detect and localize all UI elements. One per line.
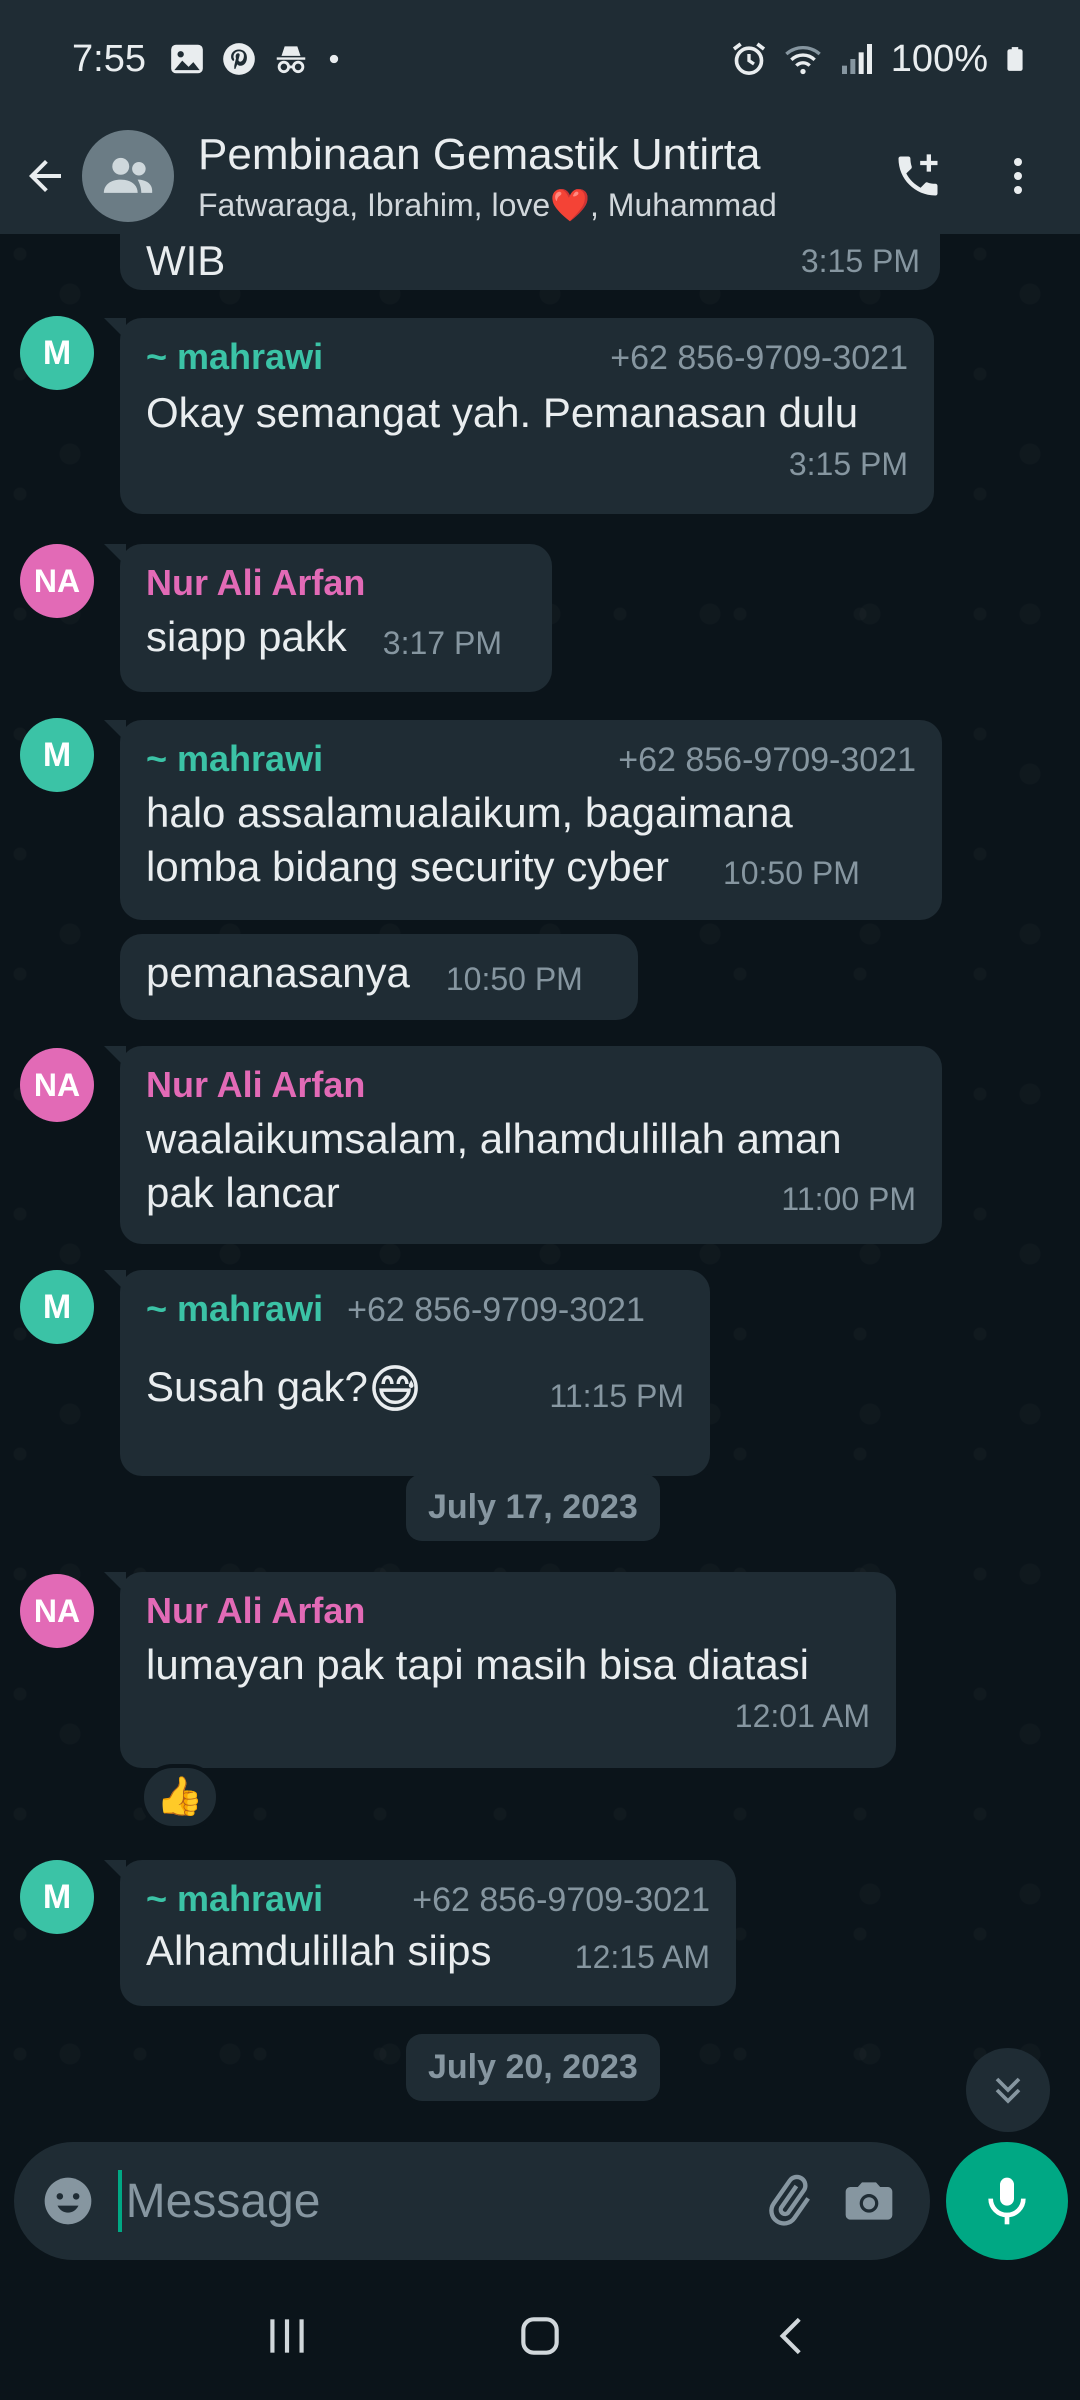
message-time: 3:15 PM (800, 243, 920, 279)
message-time: 12:15 AM (574, 1939, 710, 1975)
reaction-badge[interactable]: 👍 (140, 1764, 220, 1830)
sender-phone: +62 856-9709-3021 (610, 339, 908, 377)
phone-plus-icon (898, 154, 938, 196)
message-text: Alhamdulillah siips (146, 1927, 492, 1974)
paperclip-icon (768, 2174, 810, 2226)
home-button[interactable] (490, 2286, 590, 2386)
message-text: pemanasanya (146, 949, 410, 996)
sender-phone: +62 856-9709-3021 (347, 1291, 645, 1329)
group-members: Fatwaraga, Ibrahim, love❤️, Muhammad (198, 187, 777, 223)
sweat-smile-emoji: 😅 (367, 1361, 423, 1419)
back-arrow-icon (29, 160, 61, 192)
group-name: Pembinaan Gemastik Untirta (198, 130, 761, 179)
avatar[interactable]: NA (20, 1574, 94, 1648)
sender-name[interactable]: Nur Ali Arfan (146, 562, 365, 604)
group-icon (103, 157, 153, 193)
more-options-button[interactable] (978, 118, 1058, 234)
message-text: lumayan pak tapi masih bisa diatasi (146, 1641, 810, 1688)
message-time: 11:00 PM (781, 1181, 916, 1217)
battery-percent: 100% (890, 37, 988, 80)
message-bubble[interactable]: ~ mahrawi +62 856-9709-3021 halo assalam… (104, 720, 942, 920)
sender-phone: +62 856-9709-3021 (412, 1881, 710, 1919)
chat-area[interactable]: WIB 3:15 PM M ~ mahrawi +62 856-9709-302… (0, 234, 1080, 2134)
message-time: 12:01 AM (734, 1698, 870, 1734)
message-text-line: pak lancar (146, 1169, 340, 1216)
camera-icon (845, 2182, 893, 2220)
group-avatar[interactable] (82, 130, 174, 222)
message-bubble[interactable]: Nur Ali Arfan waalaikumsalam, alhamdulil… (104, 1046, 942, 1244)
double-chevron-down-icon (995, 2077, 1021, 2104)
status-bar: 7:55 100% (0, 0, 1080, 118)
avatar[interactable]: NA (20, 1048, 94, 1122)
camera-button[interactable] (828, 2142, 910, 2260)
system-nav-bar (0, 2272, 1080, 2400)
message-time: 11:15 PM (549, 1378, 684, 1414)
avatar[interactable]: NA (20, 544, 94, 618)
sender-name[interactable]: Nur Ali Arfan (146, 1064, 365, 1106)
header-info[interactable]: Pembinaan Gemastik Untirta Fatwaraga, Ib… (198, 128, 838, 224)
message-text-line: halo assalamualaikum, bagaimana (146, 789, 793, 836)
microphone-icon (988, 2177, 1026, 2225)
sender-phone: +62 856-9709-3021 (618, 741, 916, 779)
home-icon (521, 2317, 559, 2355)
message-bubble[interactable]: WIB 3:15 PM (120, 234, 940, 290)
message-text: WIB (146, 237, 226, 284)
dot-icon (329, 54, 339, 64)
recent-apps-icon (269, 2319, 304, 2353)
emoji-icon (44, 2177, 92, 2225)
status-time: 7:55 (72, 37, 146, 80)
date-separator: July 20, 2023 (406, 2034, 660, 2101)
pinterest-icon (223, 43, 255, 75)
scroll-to-bottom-button[interactable] (966, 2048, 1050, 2132)
chat-header: Pembinaan Gemastik Untirta Fatwaraga, Ib… (0, 118, 1080, 234)
recent-apps-button[interactable] (237, 2286, 337, 2386)
sender-name[interactable]: ~ mahrawi (146, 336, 323, 378)
message-time: 3:15 PM (788, 446, 908, 482)
sender-name[interactable]: ~ mahrawi (146, 1288, 323, 1330)
back-button[interactable] (8, 118, 82, 234)
signal-icon (841, 44, 872, 74)
sender-name[interactable]: ~ mahrawi (146, 738, 323, 780)
avatar[interactable]: M (20, 1270, 94, 1344)
message-bubble[interactable]: Nur Ali Arfan lumayan pak tapi masih bis… (104, 1572, 896, 1768)
image-icon (171, 44, 203, 74)
message-text: Susah gak? (146, 1363, 368, 1411)
date-separator: July 17, 2023 (406, 1474, 660, 1541)
message-time: 10:50 PM (722, 855, 860, 891)
wifi-icon (785, 46, 821, 75)
add-call-button[interactable] (878, 118, 958, 234)
message-composer (14, 2142, 930, 2260)
battery-icon (1007, 47, 1023, 71)
avatar[interactable]: M (20, 1860, 94, 1934)
voice-message-button[interactable] (946, 2142, 1068, 2260)
alarm-icon (732, 42, 765, 75)
avatar[interactable]: M (20, 718, 94, 792)
message-bubble[interactable]: pemanasanya 10:50 PM (120, 934, 638, 1020)
emoji-button[interactable] (14, 2142, 96, 2260)
back-nav-button[interactable] (743, 2286, 843, 2386)
avatar[interactable]: M (20, 316, 94, 390)
message-time: 3:17 PM (382, 625, 502, 661)
message-text-line: lomba bidang security cyber (146, 843, 669, 890)
more-vert-icon (1014, 158, 1022, 194)
sender-name[interactable]: Nur Ali Arfan (146, 1590, 365, 1632)
chevron-left-icon (779, 2317, 802, 2355)
message-text: Okay semangat yah. Pemanasan dulu (146, 389, 859, 436)
message-input[interactable] (117, 2170, 747, 2232)
message-bubble[interactable]: ~ mahrawi +62 856-9709-3021 Susah gak?😅 … (104, 1270, 710, 1476)
message-bubble[interactable]: Nur Ali Arfan siapp pakk 3:17 PM (104, 544, 552, 692)
message-bubble[interactable]: ~ mahrawi +62 856-9709-3021 Okay semanga… (104, 318, 934, 514)
message-text-line: waalaikumsalam, alhamdulillah aman (146, 1115, 842, 1162)
message-text: siapp pakk (146, 613, 347, 660)
message-bubble[interactable]: ~ mahrawi +62 856-9709-3021 Alhamdulilla… (104, 1860, 736, 2006)
message-time: 10:50 PM (445, 961, 583, 997)
incognito-icon (276, 46, 306, 74)
attach-button[interactable] (747, 2142, 829, 2260)
sender-name[interactable]: ~ mahrawi (146, 1878, 323, 1920)
